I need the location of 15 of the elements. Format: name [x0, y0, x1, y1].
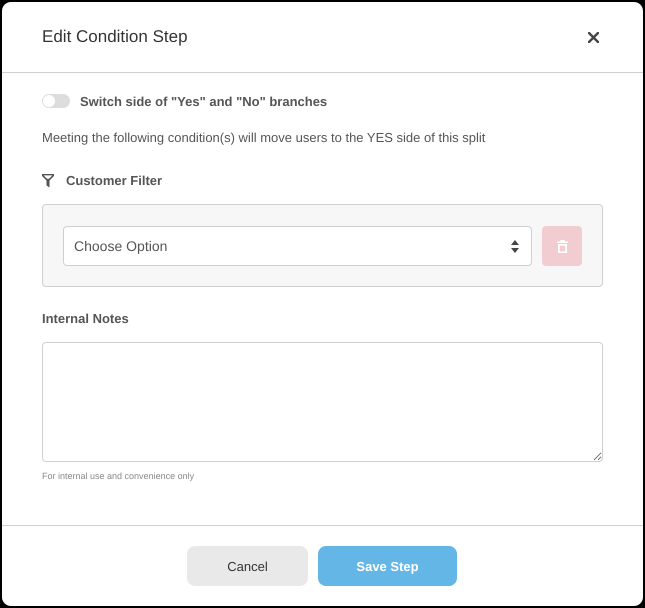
close-button[interactable] [588, 32, 599, 42]
sort-caret-icon [511, 240, 519, 252]
dialog-title: Edit Condition Step [42, 27, 188, 47]
close-icon [588, 32, 599, 42]
toggle-label: Switch side of "Yes" and "No" branches [80, 94, 328, 108]
option-select[interactable]: Choose Option [63, 226, 532, 266]
notes-field[interactable] [42, 342, 603, 462]
trash-icon [556, 240, 568, 252]
description-text: Meeting the following condition(s) will move users to the YES side of this split [42, 129, 486, 147]
funnel-icon [42, 174, 54, 188]
toggle-switch[interactable] [42, 94, 70, 108]
cancel-button[interactable]: Cancel [187, 546, 308, 586]
notes-label: Internal Notes [42, 310, 130, 328]
notes-hint: For internal use and convenience only [42, 470, 196, 483]
filter-heading: Customer Filter [66, 172, 162, 190]
